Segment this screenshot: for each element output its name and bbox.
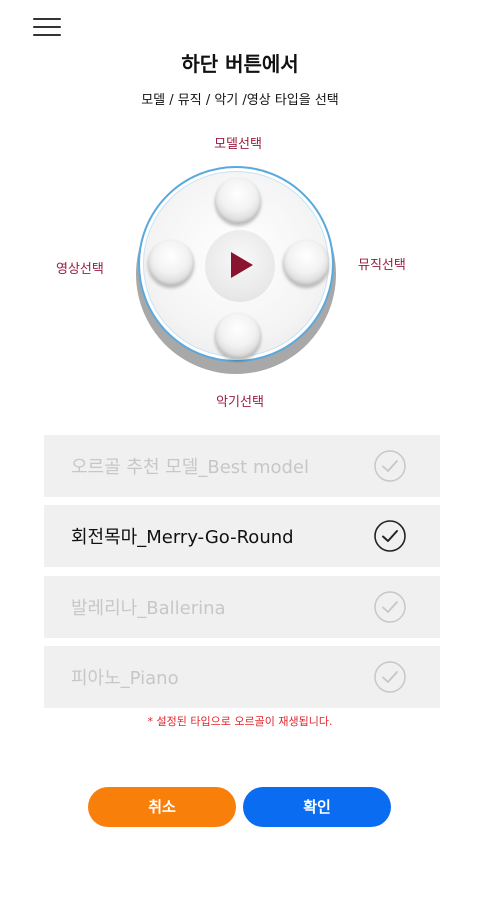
check-circle-icon <box>374 591 406 623</box>
option-ballerina[interactable]: 발레리나_Ballerina <box>44 576 440 638</box>
video-select-button[interactable] <box>148 240 194 286</box>
option-label: 피아노_Piano <box>71 668 179 689</box>
play-button[interactable] <box>205 230 275 302</box>
page-title: 하단 버튼에서 <box>181 52 299 76</box>
model-select-button[interactable] <box>215 178 261 224</box>
music-select-button[interactable] <box>283 240 329 286</box>
video-select-label: 영상선택 <box>56 262 104 277</box>
option-merry-go-round[interactable]: 회전목마_Merry-Go-Round <box>44 505 440 567</box>
confirm-button[interactable]: 확인 <box>243 787 391 827</box>
option-label: 발레리나_Ballerina <box>71 598 226 619</box>
instrument-select-button[interactable] <box>215 313 261 359</box>
cancel-button[interactable]: 취소 <box>88 787 236 827</box>
check-circle-icon <box>374 661 406 693</box>
page-subtitle: 모델 / 뮤직 / 악기 /영상 타입을 선택 <box>141 93 339 108</box>
check-circle-icon <box>374 450 406 482</box>
instrument-select-label: 악기선택 <box>216 395 264 410</box>
menu-icon-bar <box>33 18 61 20</box>
option-best-model[interactable]: 오르골 추천 모델_Best model <box>44 435 440 497</box>
menu-icon[interactable] <box>33 16 61 40</box>
option-label: 오르골 추천 모델_Best model <box>71 457 309 478</box>
play-icon <box>231 252 253 278</box>
menu-icon-bar <box>33 34 61 36</box>
option-label: 회전목마_Merry-Go-Round <box>71 527 294 548</box>
option-piano[interactable]: 피아노_Piano <box>44 646 440 708</box>
menu-icon-bar <box>33 26 61 28</box>
playback-notice: * 설정된 타입으로 오르골이 재생됩니다. <box>147 715 333 728</box>
music-select-label: 뮤직선택 <box>358 258 406 273</box>
check-circle-icon <box>374 520 406 552</box>
model-select-label: 모델선택 <box>214 137 262 152</box>
